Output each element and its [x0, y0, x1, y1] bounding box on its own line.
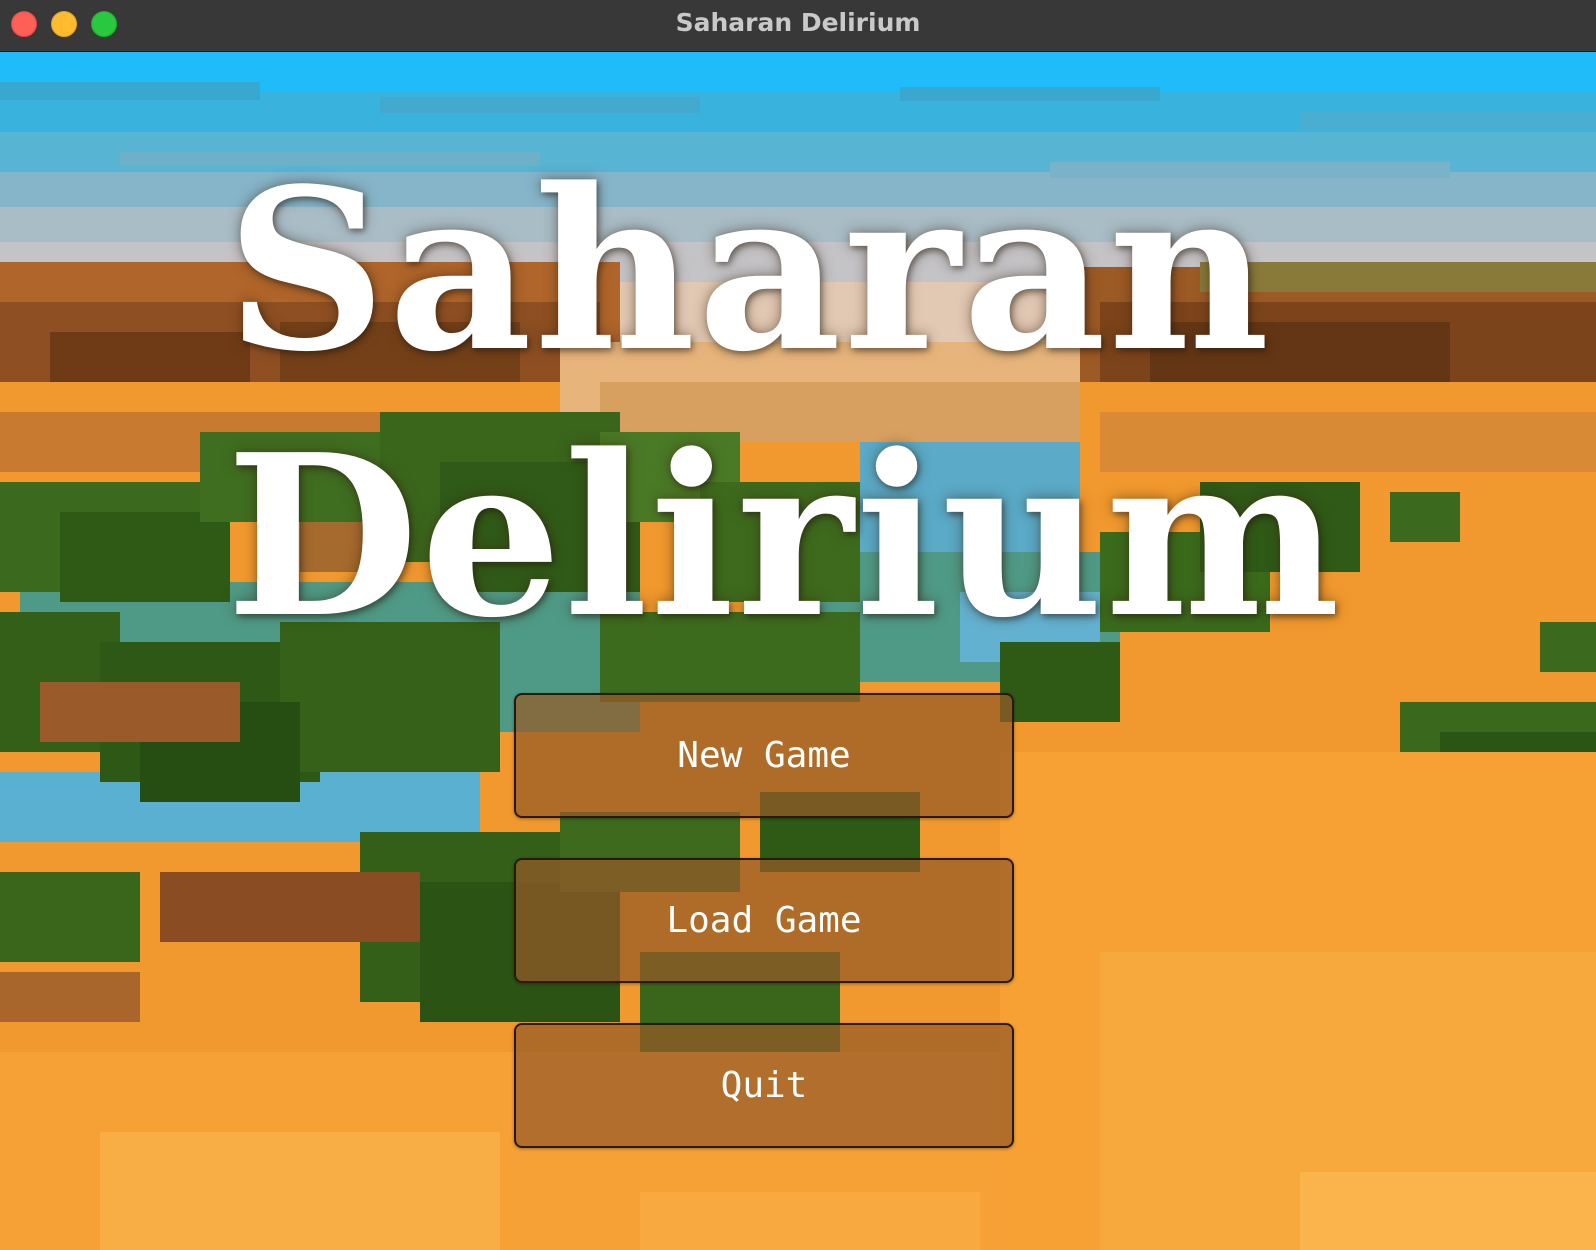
title-bar: Saharan Delirium	[0, 0, 1596, 52]
game-title-line-2: Delirium	[226, 407, 1343, 667]
load-game-button[interactable]: Load Game	[514, 858, 1014, 983]
game-title-line-1: Saharan	[226, 141, 1272, 401]
app-window: Saharan Delirium Saharan Delirium New Ga…	[0, 0, 1596, 1250]
main-menu: New Game Load Game Quit	[514, 693, 1014, 1188]
game-title: Saharan Delirium	[226, 138, 1342, 670]
new-game-button[interactable]: New Game	[514, 693, 1014, 818]
quit-button[interactable]: Quit	[514, 1023, 1014, 1148]
game-screen: Saharan Delirium New Game Load Game Quit	[0, 52, 1596, 1250]
window-title: Saharan Delirium	[675, 8, 921, 37]
